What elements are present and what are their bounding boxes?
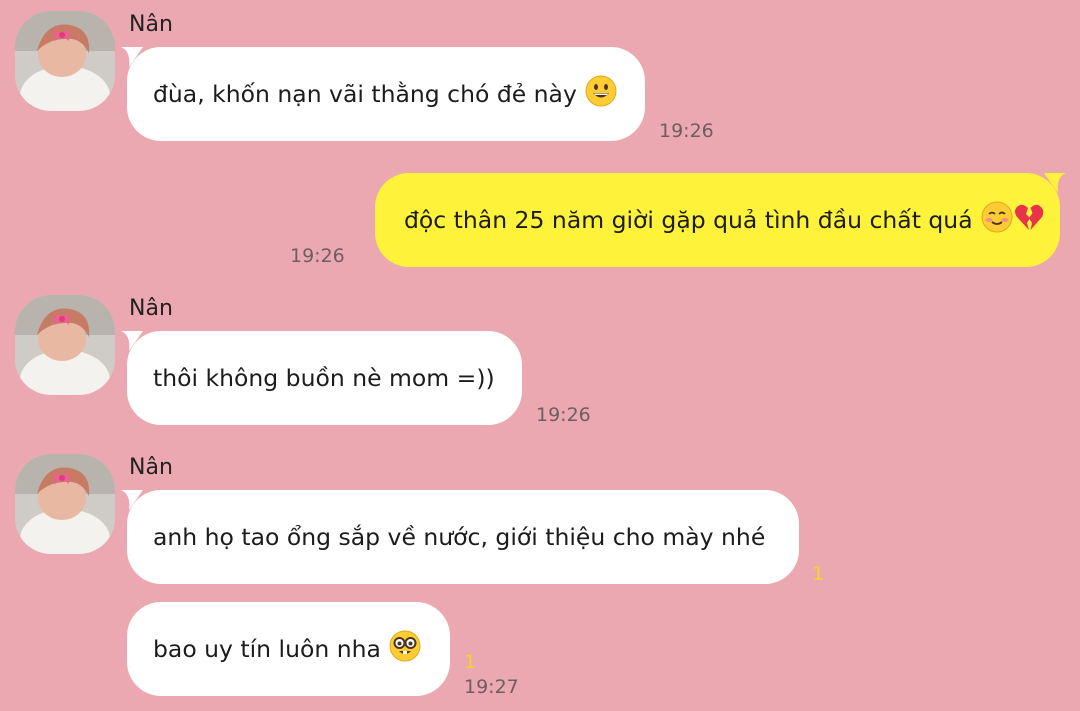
message-text: đùa, khốn nạn vãi thằng chó đẻ này xyxy=(153,80,577,108)
broken-heart-emoji xyxy=(1013,201,1045,239)
message-bubble[interactable]: độc thân 25 năm giời gặp quả tình đầu ch… xyxy=(375,173,1066,267)
sender-avatar[interactable] xyxy=(15,454,115,554)
bubble-tail xyxy=(121,490,143,510)
message-timestamp: 19:27 xyxy=(464,676,519,698)
message-timestamp: 19:26 xyxy=(659,120,714,142)
message-bubble[interactable]: đùa, khốn nạn vãi thằng chó đẻ này xyxy=(121,47,645,141)
nerd-face-emoji xyxy=(389,630,421,668)
sender-avatar[interactable] xyxy=(15,11,115,111)
message-text: anh họ tao ổng sắp về nước, giới thiệu c… xyxy=(153,523,766,551)
bubble-tail xyxy=(1044,173,1066,193)
message-bubble[interactable]: anh họ tao ổng sắp về nước, giới thiệu c… xyxy=(121,490,799,584)
sender-avatar[interactable] xyxy=(15,295,115,395)
message-text: độc thân 25 năm giời gặp quả tình đầu ch… xyxy=(404,206,973,234)
sender-name: Nân xyxy=(129,455,173,480)
message-timestamp: 19:26 xyxy=(290,245,345,267)
grinning-face-emoji xyxy=(585,75,617,113)
sender-name: Nân xyxy=(129,12,173,37)
message-text: thôi không buồn nè mom =)) xyxy=(153,364,495,392)
message-bubble[interactable]: bao uy tín luôn nha xyxy=(127,602,450,696)
unread-count: 1 xyxy=(464,651,477,673)
sender-name: Nân xyxy=(129,296,173,321)
smiling-blush-emoji xyxy=(981,201,1013,239)
message-bubble[interactable]: thôi không buồn nè mom =)) xyxy=(121,331,522,425)
bubble-tail xyxy=(121,47,143,67)
message-timestamp: 19:26 xyxy=(536,404,591,426)
unread-count: 1 xyxy=(812,563,825,585)
message-text: bao uy tín luôn nha xyxy=(153,635,381,663)
bubble-tail xyxy=(121,331,143,351)
